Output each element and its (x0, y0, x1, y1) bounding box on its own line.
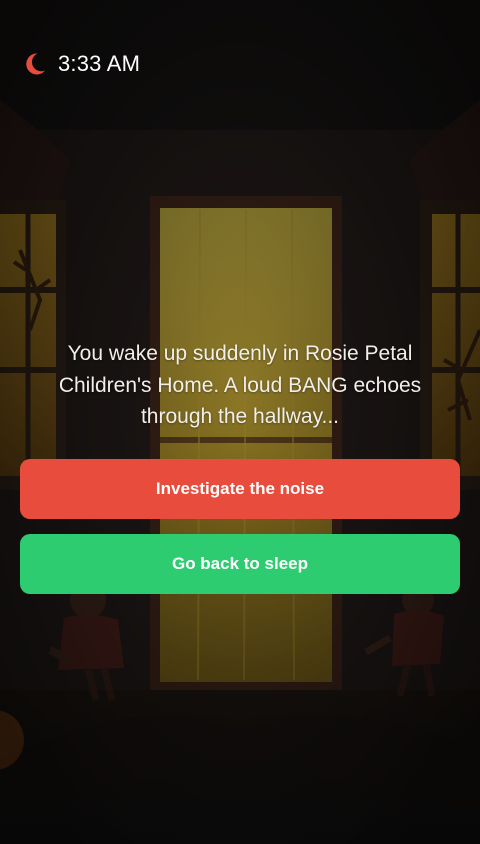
game-screen: 3:33 AM You wake up suddenly in Rosie Pe… (0, 0, 480, 844)
go-back-to-sleep-button[interactable]: Go back to sleep (20, 534, 460, 594)
moon-icon (26, 53, 45, 75)
status-bar: 3:33 AM (20, 48, 140, 80)
clock-time: 3:33 AM (58, 51, 141, 76)
investigate-noise-button[interactable]: Investigate the noise (20, 459, 460, 519)
story-text: You wake up suddenly in Rosie Petal Chil… (58, 342, 422, 428)
